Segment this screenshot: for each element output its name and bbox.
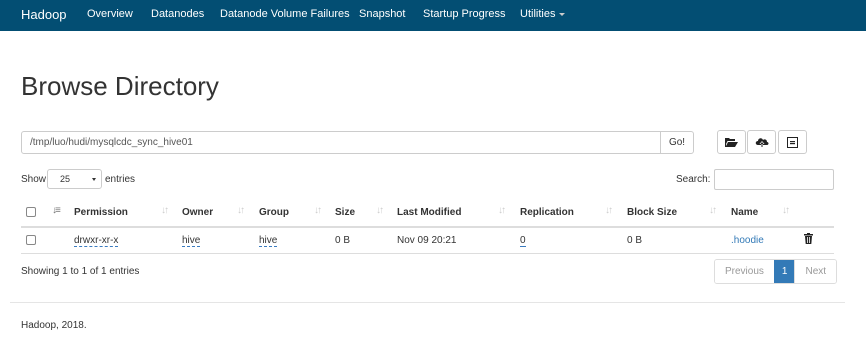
- table-info: Showing 1 to 1 of 1 entries: [21, 266, 140, 277]
- cell-last-modified: Nov 09 20:21: [397, 235, 457, 246]
- page-1-button[interactable]: 1: [773, 260, 795, 283]
- nav-overview[interactable]: Overview: [87, 8, 133, 20]
- table-header-divider: [21, 226, 834, 228]
- create-directory-button[interactable]: [717, 130, 746, 154]
- cell-size: 0 B: [335, 235, 351, 246]
- nav-startup-progress[interactable]: Startup Progress: [423, 8, 506, 20]
- column-header-group[interactable]: Group: [259, 207, 289, 218]
- column-header-block-size[interactable]: Block Size: [627, 207, 677, 218]
- sort-icon[interactable]: ↓↑: [782, 205, 790, 216]
- cell-owner[interactable]: hive: [182, 235, 201, 247]
- column-header-last-modified[interactable]: Last Modified: [397, 207, 461, 218]
- directory-path-input[interactable]: /tmp/luo/hudi/mysqlcdc_sync_hive01: [21, 131, 661, 154]
- cell-permission[interactable]: drwxr-xr-x: [74, 235, 119, 247]
- sort-icon[interactable]: ↓↑: [709, 205, 717, 216]
- nav-datanode-volume-failures[interactable]: Datanode Volume Failures: [220, 8, 350, 20]
- row-checkbox[interactable]: [26, 235, 36, 245]
- nav-utilities[interactable]: Utilities: [520, 8, 566, 20]
- chevron-down-icon: [559, 12, 566, 16]
- show-label: Show: [21, 174, 47, 185]
- cell-name-link[interactable]: .hoodie: [731, 235, 764, 246]
- navbar: Hadoop Overview Datanodes Datanode Volum…: [0, 0, 866, 31]
- page-title: Browse Directory: [21, 71, 219, 101]
- cell-replication[interactable]: 0: [520, 235, 526, 247]
- page-length-value: 25: [60, 174, 71, 184]
- sort-icon[interactable]: ↓↑: [376, 205, 384, 216]
- chevron-down-icon: [92, 178, 96, 181]
- entries-label: entries: [105, 174, 136, 185]
- cell-group[interactable]: hive: [259, 235, 278, 247]
- brand-link[interactable]: Hadoop: [21, 7, 67, 22]
- column-header-size[interactable]: Size: [335, 207, 355, 218]
- column-header-name[interactable]: Name: [731, 207, 758, 218]
- upload-button[interactable]: [747, 130, 776, 154]
- column-header-permission[interactable]: Permission: [74, 207, 128, 218]
- sort-icon[interactable]: ↓↑: [498, 205, 506, 216]
- sort-icon[interactable]: ↓↑: [605, 205, 613, 216]
- cloud-upload-icon: [755, 137, 768, 147]
- previous-page-button[interactable]: Previous: [715, 260, 774, 283]
- nav-snapshot[interactable]: Snapshot: [359, 8, 405, 20]
- trash-icon[interactable]: [804, 233, 813, 244]
- pagination: Previous 1 Next: [714, 259, 838, 284]
- go-button[interactable]: Go!: [660, 131, 694, 154]
- search-input[interactable]: [714, 169, 834, 190]
- cell-block-size: 0 B: [627, 235, 643, 246]
- next-page-button[interactable]: Next: [794, 260, 837, 283]
- column-header-replication[interactable]: Replication: [520, 207, 574, 218]
- select-all-checkbox[interactable]: [26, 207, 36, 217]
- cut-button[interactable]: [778, 130, 807, 154]
- search-label: Search:: [676, 174, 711, 185]
- sort-icon[interactable]: ↓↑: [161, 205, 169, 216]
- nav-utilities-label: Utilities: [520, 8, 556, 20]
- column-header-owner[interactable]: Owner: [182, 207, 213, 218]
- folder-open-icon: [725, 137, 738, 147]
- nav-datanodes[interactable]: Datanodes: [151, 8, 204, 20]
- cut-icon: [787, 136, 798, 148]
- page-length-select[interactable]: 25: [47, 169, 102, 189]
- table-row-divider: [21, 253, 834, 254]
- sort-icon[interactable]: ↓↑: [237, 205, 245, 216]
- footer-divider: [10, 302, 845, 303]
- sort-icon[interactable]: ↓↑: [314, 205, 322, 216]
- sort-icon[interactable]: ↓≡: [52, 205, 61, 216]
- footer-text: Hadoop, 2018.: [21, 320, 87, 331]
